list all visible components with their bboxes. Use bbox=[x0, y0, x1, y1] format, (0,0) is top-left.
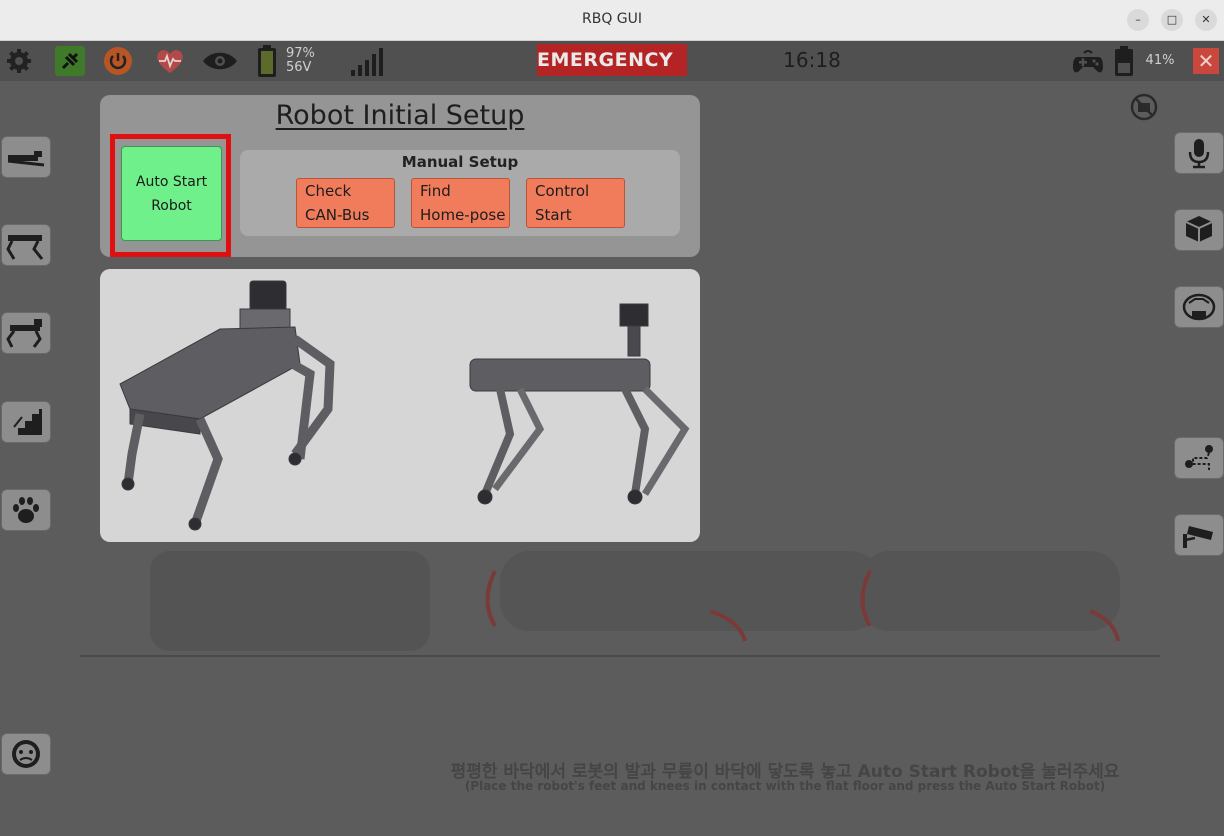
battery-voltage: 56V bbox=[286, 60, 312, 75]
emergency-stop-button[interactable]: - EMERGENCY - bbox=[537, 27, 687, 93]
stairs-icon bbox=[10, 409, 42, 435]
robot-image-panel bbox=[100, 269, 700, 542]
controller-battery-percent: 41% bbox=[1145, 53, 1175, 68]
auto-start-robot-button[interactable]: Auto Start Robot bbox=[121, 146, 222, 241]
3d-map-button[interactable] bbox=[1174, 209, 1224, 251]
route-waypoint-icon bbox=[1185, 445, 1213, 470]
minimize-button[interactable]: – bbox=[1127, 9, 1149, 31]
close-gui-button[interactable]: ✕ bbox=[1193, 48, 1219, 74]
clock: 16:18 bbox=[783, 48, 841, 72]
patrol-camera-button[interactable] bbox=[1174, 514, 1224, 556]
robot-battery-icon bbox=[256, 41, 278, 81]
view-360-icon bbox=[1182, 293, 1216, 321]
connection-plug-icon[interactable] bbox=[53, 41, 87, 81]
cctv-icon bbox=[1183, 526, 1213, 548]
stairs-mode-button[interactable] bbox=[1, 401, 51, 443]
window-title: RBQ GUI bbox=[581, 11, 643, 27]
vision-eye-icon[interactable] bbox=[200, 41, 240, 81]
setup-title: Robot Initial Setup bbox=[275, 100, 525, 131]
dizzy-face-icon bbox=[12, 740, 40, 768]
gamepad-icon bbox=[1072, 41, 1104, 81]
check-can-bus-button[interactable]: Check CAN-Bus bbox=[296, 178, 395, 228]
signal-strength-icon bbox=[348, 41, 384, 81]
power-icon[interactable] bbox=[101, 41, 135, 81]
window-close-button[interactable]: ✕ bbox=[1195, 9, 1217, 31]
stand-pose-button[interactable] bbox=[1, 224, 51, 266]
cube-scan-icon bbox=[1185, 216, 1213, 242]
microphone-button[interactable] bbox=[1174, 132, 1224, 174]
walk-mode-button[interactable] bbox=[1, 312, 51, 354]
controller-battery-icon bbox=[1114, 41, 1134, 81]
paw-mode-button[interactable] bbox=[1, 489, 51, 531]
microphone-icon bbox=[1188, 139, 1210, 169]
robot-walk-icon bbox=[6, 319, 42, 348]
settings-gear-icon[interactable] bbox=[4, 41, 34, 81]
battery-percent: 97% bbox=[286, 46, 315, 61]
robot-illustration bbox=[119, 280, 690, 531]
robot-sit-icon bbox=[7, 151, 45, 167]
sit-pose-button[interactable] bbox=[1, 136, 51, 178]
360-view-button[interactable] bbox=[1174, 286, 1224, 328]
find-home-pose-button[interactable]: Find Home-pose bbox=[411, 178, 510, 228]
paw-icon bbox=[13, 497, 39, 523]
robot-stand-icon bbox=[6, 235, 44, 260]
control-start-button[interactable]: Control Start bbox=[526, 178, 625, 228]
heartbeat-icon bbox=[152, 41, 188, 81]
camera-off-icon[interactable] bbox=[1130, 93, 1158, 125]
maximize-button[interactable]: □ bbox=[1161, 9, 1183, 31]
manual-setup-label: Manual Setup bbox=[401, 153, 519, 171]
battery-readout: 97% 56V bbox=[286, 41, 322, 81]
controller-battery-readout: 41% bbox=[1140, 41, 1180, 81]
instruction-english: (Place the robot's feet and knees in con… bbox=[464, 779, 1106, 793]
waypoint-nav-button[interactable] bbox=[1174, 437, 1224, 479]
emotion-face-button[interactable] bbox=[1, 733, 51, 775]
